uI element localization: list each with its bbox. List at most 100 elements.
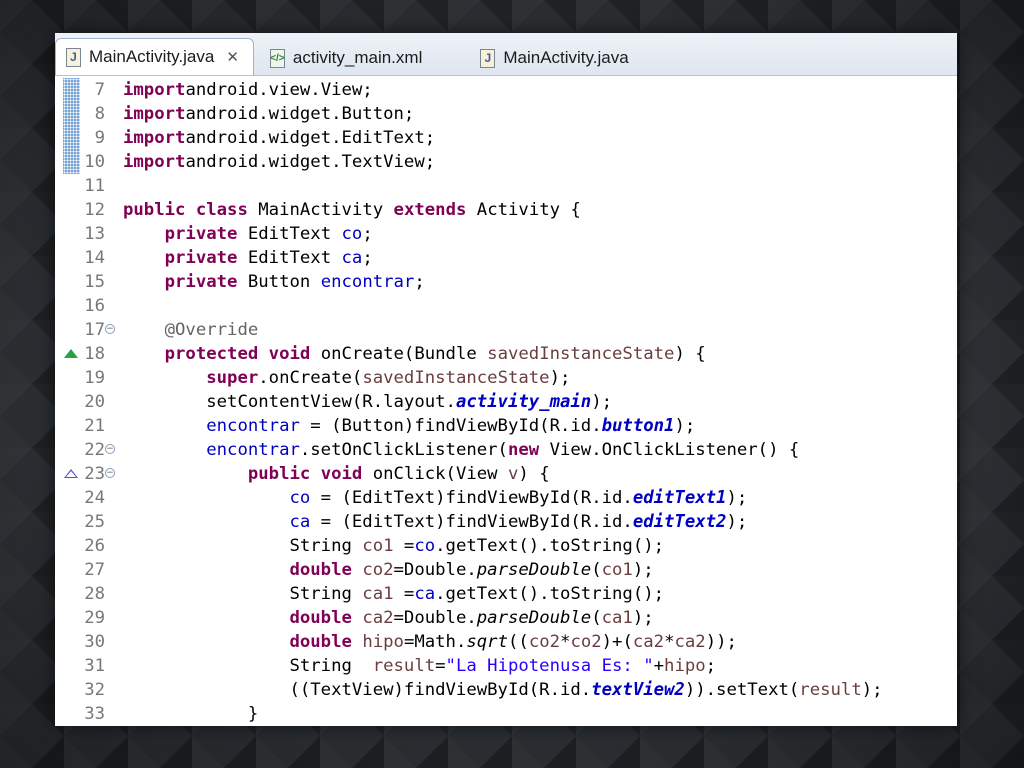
code-line[interactable]: 16 [55, 294, 957, 318]
code-token: new [507, 440, 540, 460]
code-token: ca [341, 248, 363, 268]
code-line[interactable]: 28 String ca1 =ca.getText().toString(); [55, 582, 957, 606]
fold-collapse-icon[interactable]: − [105, 444, 115, 454]
code-text: private EditText co; [123, 222, 373, 246]
tab-mainactivity-java-active[interactable]: J MainActivity.java ✕ [55, 38, 254, 75]
code-line[interactable]: 26 String co1 =co.getText().toString(); [55, 534, 957, 558]
line-number: 19 [84, 368, 105, 388]
code-line[interactable]: 15 private Button encontrar; [55, 270, 957, 294]
change-marker[interactable] [63, 150, 80, 174]
line-number: 30 [84, 632, 105, 652]
editor-tab-bar: J MainActivity.java ✕ </> activity_main.… [55, 33, 957, 76]
code-token: )).setText( [684, 680, 800, 700]
change-marker[interactable] [63, 126, 80, 150]
code-token: private [164, 272, 238, 292]
code-token: textView2 [591, 680, 685, 700]
code-line[interactable]: 32 ((TextView)findViewById(R.id.textView… [55, 678, 957, 702]
code-line[interactable]: 10 importandroid.widget.TextView; [55, 150, 957, 174]
java-file-icon: J [480, 48, 496, 68]
line-number: 16 [84, 296, 105, 316]
tab-activity-main-xml[interactable]: </> activity_main.xml [260, 41, 436, 75]
fold-collapse-icon[interactable]: − [105, 324, 115, 334]
code-line[interactable]: 20 setContentView(R.layout.activity_main… [55, 390, 957, 414]
code-token: private [164, 224, 238, 244]
code-line[interactable]: 22− encontrar.setOnClickListener(new Vie… [55, 438, 957, 462]
code-token: ( [591, 560, 602, 580]
code-line[interactable]: 24 co = (EditText)findViewById(R.id.edit… [55, 486, 957, 510]
line-number: 29 [84, 608, 105, 628]
change-marker[interactable] [63, 102, 80, 126]
change-marker[interactable] [63, 78, 80, 102]
code-line[interactable]: 30 double hipo=Math.sqrt((co2*co2)+(ca2*… [55, 630, 957, 654]
fold-collapse-icon[interactable]: − [105, 468, 115, 478]
code-line[interactable]: 23− public void onClick(View v) { [55, 462, 957, 486]
code-token: ) { [518, 464, 550, 484]
line-number: 33 [84, 704, 105, 724]
code-token: ); [726, 488, 748, 508]
code-text: double hipo=Math.sqrt((co2*co2)+(ca2*ca2… [123, 630, 736, 654]
code-text: } [123, 702, 258, 726]
code-line[interactable]: 17− @Override [55, 318, 957, 342]
code-token: ); [632, 608, 654, 628]
code-token: ); [861, 680, 883, 700]
code-line[interactable]: 13 private EditText co; [55, 222, 957, 246]
code-token: (( [508, 632, 529, 652]
code-token: hipo [664, 656, 706, 676]
code-token: co2 [528, 632, 561, 652]
code-line[interactable]: 12 public class MainActivity extends Acti… [55, 198, 957, 222]
tab-label: MainActivity.java [89, 47, 215, 66]
code-token: android.widget.Button; [185, 104, 415, 124]
code-token: ; [414, 272, 425, 292]
code-token: String [123, 656, 373, 676]
code-token: result [372, 656, 436, 676]
code-token: double [289, 560, 352, 580]
code-token: "La Hipotenusa Es: " [445, 656, 654, 676]
override-marker-icon[interactable] [64, 349, 78, 358]
code-line[interactable]: 33 } [55, 702, 957, 726]
code-token: .getText().toString(); [435, 584, 665, 604]
line-number: 10 [84, 152, 105, 172]
code-token: ca2 [362, 608, 394, 628]
code-line[interactable]: 18 protected void onCreate(Bundle savedI… [55, 342, 957, 366]
code-line[interactable]: 11 [55, 174, 957, 198]
line-number: 15 [84, 272, 105, 292]
code-token: void [320, 464, 363, 484]
code-token: * [664, 632, 675, 652]
code-token: .setOnClickListener( [299, 440, 508, 460]
implements-marker-icon[interactable] [64, 469, 78, 478]
line-number: 25 [84, 512, 105, 532]
code-token: ); [726, 512, 748, 532]
code-token: co1 [362, 536, 394, 556]
tab-mainactivity-java[interactable]: J MainActivity.java [470, 41, 642, 75]
code-token: ; [362, 224, 373, 244]
code-line[interactable]: 25 ca = (EditText)findViewById(R.id.edit… [55, 510, 957, 534]
code-line[interactable]: 19 super.onCreate(savedInstanceState); [55, 366, 957, 390]
code-token: void [268, 344, 311, 364]
code-line[interactable]: 29 double ca2=Double.parseDouble(ca1); [55, 606, 957, 630]
code-token: android.view.View; [185, 80, 373, 100]
code-token: savedInstanceState [487, 344, 675, 364]
code-token: double [289, 608, 352, 628]
code-token: =Double. [393, 608, 477, 628]
code-line[interactable]: 14 private EditText ca; [55, 246, 957, 270]
code-token: )+( [601, 632, 633, 652]
code-text: protected void onCreate(Bundle savedInst… [123, 342, 706, 366]
code-line[interactable]: 9 importandroid.widget.EditText; [55, 126, 957, 150]
code-text-area[interactable]: 7 importandroid.view.View; 8 importandroid.… [55, 76, 957, 726]
code-token: =Math. [403, 632, 467, 652]
code-line[interactable]: 8 importandroid.widget.Button; [55, 102, 957, 126]
code-line[interactable]: 21 encontrar = (Button)findViewById(R.id… [55, 414, 957, 438]
code-line[interactable]: 31 String result="La Hipotenusa Es: "+hi… [55, 654, 957, 678]
code-line[interactable]: 7 importandroid.view.View; [55, 78, 957, 102]
line-number: 22 [84, 440, 105, 460]
close-tab-icon[interactable]: ✕ [226, 48, 239, 66]
code-line[interactable]: 27 double co2=Double.parseDouble(co1); [55, 558, 957, 582]
